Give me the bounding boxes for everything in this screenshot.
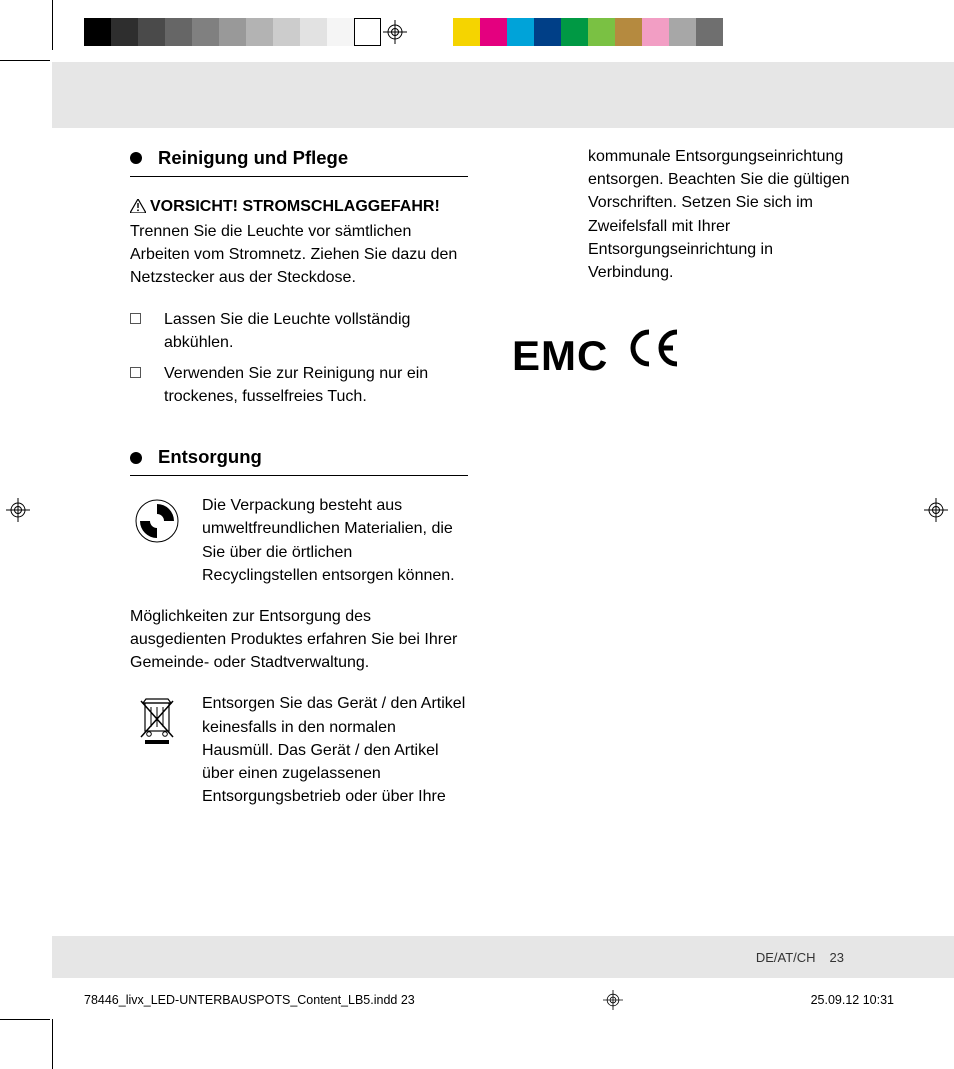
color-swatch — [507, 18, 534, 46]
content-area: Reinigung und Pflege VORSICHT! STROMSCHL… — [130, 145, 850, 928]
printer-colorbar — [0, 18, 954, 46]
bullet-icon — [130, 152, 142, 164]
column-right: kommunale Entsorgungseinrichtung entsorg… — [512, 145, 850, 826]
list-item: Verwenden Sie zur Reinigung nur ein troc… — [130, 362, 468, 408]
slug-file: 78446_livx_LED-UNTERBAUSPOTS_Content_LB5… — [84, 993, 415, 1007]
bullet-icon — [130, 452, 142, 464]
color-swatch — [534, 18, 561, 46]
color-swatch — [138, 18, 165, 46]
section-header-disposal: Entsorgung — [130, 444, 468, 476]
color-swatch — [192, 18, 219, 46]
disposal-mid-para: Möglichkeiten zur Entsorgung des ausgedi… — [130, 605, 468, 675]
green-dot-icon — [130, 494, 184, 548]
weee-bin-icon — [130, 692, 184, 746]
registration-mark-left — [6, 498, 30, 527]
color-swatch — [453, 18, 480, 46]
list-item: Lassen Sie die Leuchte vollständig abküh… — [130, 308, 468, 354]
color-swatch — [615, 18, 642, 46]
registration-mark-right — [924, 498, 948, 527]
section-title: Entsorgung — [158, 444, 262, 471]
color-swatch — [354, 18, 381, 46]
slug-line: 78446_livx_LED-UNTERBAUSPOTS_Content_LB5… — [84, 990, 894, 1010]
color-swatch — [273, 18, 300, 46]
emc-label: EMC — [512, 326, 608, 387]
color-swatch — [480, 18, 507, 46]
recycle-block: Die Verpackung besteht aus umweltfreundl… — [130, 494, 468, 587]
color-swatch — [246, 18, 273, 46]
weee-block: Entsorgen Sie das Gerät / den Artikel ke… — [130, 692, 468, 808]
color-swatches — [453, 18, 723, 46]
grey-swatches — [84, 18, 381, 46]
page: Reinigung und Pflege VORSICHT! STROMSCHL… — [0, 0, 954, 1018]
registration-mark-top — [381, 18, 409, 46]
color-swatch — [165, 18, 192, 46]
section-title: Reinigung und Pflege — [158, 145, 348, 172]
warning-paragraph: VORSICHT! STROMSCHLAGGEFAHR! Trennen Sie… — [130, 195, 468, 290]
footer-band: DE/AT/CH 23 — [52, 936, 954, 978]
color-swatch — [696, 18, 723, 46]
slug-date: 25.09.12 10:31 — [811, 993, 894, 1007]
color-swatch — [669, 18, 696, 46]
footer-page-number: 23 — [830, 950, 844, 965]
color-swatch — [561, 18, 588, 46]
color-swatch — [642, 18, 669, 46]
color-swatch — [327, 18, 354, 46]
warning-text: Trennen Sie die Leuchte vor sämtlichen A… — [130, 223, 457, 286]
color-swatch — [588, 18, 615, 46]
recycle-text: Die Verpackung besteht aus umweltfreundl… — [202, 494, 468, 587]
instruction-list: Lassen Sie die Leuchte vollständig abküh… — [130, 308, 468, 409]
header-band — [52, 62, 954, 128]
warning-triangle-icon — [130, 197, 146, 220]
continuation-para: kommunale Entsorgungseinrichtung entsorg… — [512, 145, 850, 284]
color-swatch — [111, 18, 138, 46]
color-swatch — [300, 18, 327, 46]
ce-mark-icon — [627, 328, 683, 375]
column-left: Reinigung und Pflege VORSICHT! STROMSCHL… — [130, 145, 468, 826]
warning-bold: VORSICHT! STROMSCHLAGGEFAHR! — [150, 198, 440, 215]
color-swatch — [84, 18, 111, 46]
section-header-cleaning: Reinigung und Pflege — [130, 145, 468, 177]
color-swatch — [219, 18, 246, 46]
registration-mark-bottom — [603, 990, 623, 1010]
footer-locale: DE/AT/CH — [756, 950, 816, 965]
weee-text: Entsorgen Sie das Gerät / den Artikel ke… — [202, 692, 468, 808]
